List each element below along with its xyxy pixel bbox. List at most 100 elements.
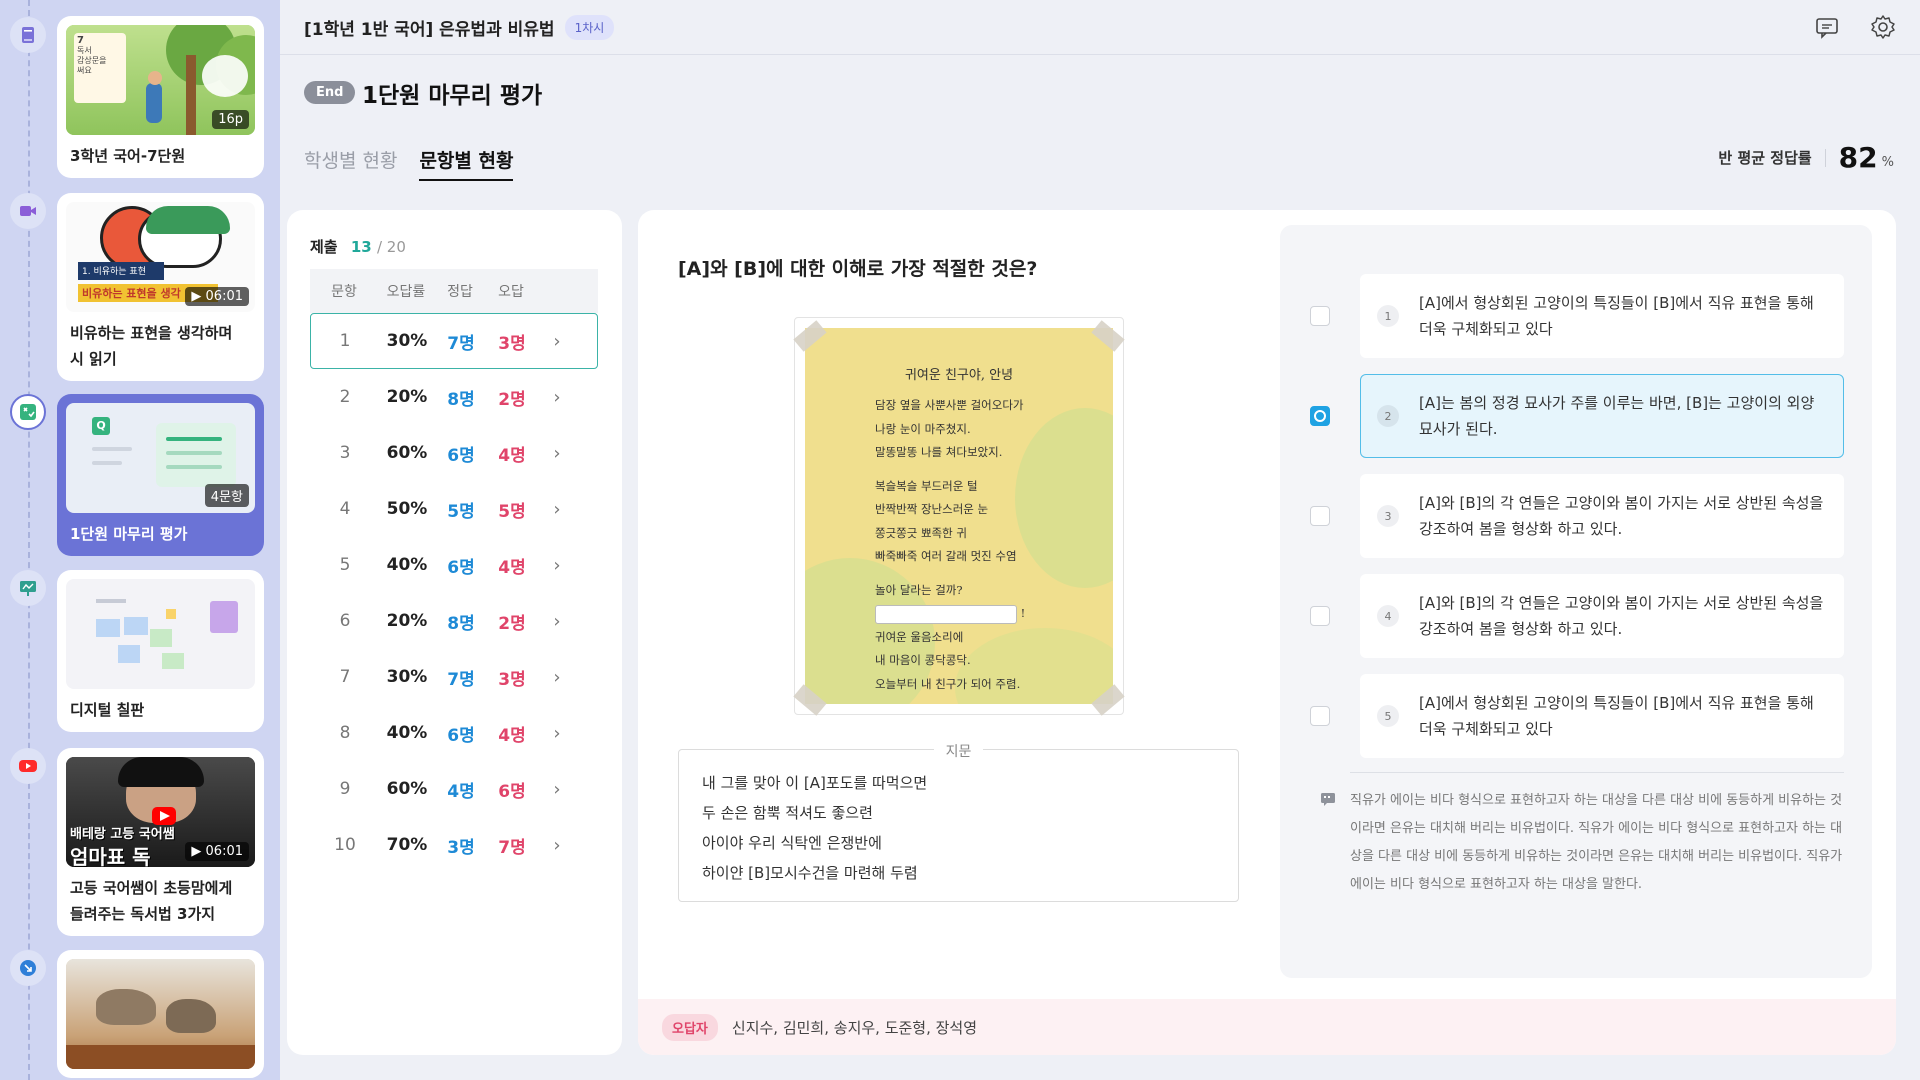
correct-count: 8명 <box>447 613 475 634</box>
quiz-icon <box>10 394 46 430</box>
question-detail-panel: [A]와 [B]에 대한 이해로 가장 적절한 것은? 귀여운 친구야, 안녕 … <box>638 210 1896 1055</box>
option-box[interactable]: 2 [A]는 봄의 정경 묘사가 주를 이루는 바면, [B]는 고양이의 외양… <box>1360 374 1844 458</box>
header-question-no: 문항 <box>331 284 357 300</box>
poem-line: 놀아 달라는 걸까? <box>875 582 963 597</box>
question-number: 6 <box>339 611 351 631</box>
divider <box>1824 148 1826 167</box>
answer-option-4[interactable]: 4 [A]와 [B]의 각 연들은 고양이와 봄이 가지는 서로 상반된 속성을… <box>1310 574 1844 658</box>
poem-body: 담장 옆을 사뿐사뿐 걸어오다가 나랑 눈이 마주쳤지. 말똥말똥 나를 쳐다보… <box>875 394 1025 696</box>
answer-option-3[interactable]: 3 [A]와 [B]의 각 연들은 고양이와 봄이 가지는 서로 상반된 속성을… <box>1310 474 1844 558</box>
option-checkbox[interactable] <box>1310 306 1330 326</box>
table-row[interactable]: 5 40% 6명 4명 › <box>310 537 598 593</box>
poem-line: 귀여운 울음소리에 <box>875 629 964 644</box>
answer-option-1[interactable]: 1 [A]에서 형상회된 고양이의 특징들이 [B]에서 직유 표현을 통해 더… <box>1310 274 1844 358</box>
table-body: 1 30% 7명 3명 › 2 20% 8명 2명 › 3 60% 6명 4명 › 4 50% 5명 5명 › 5 40%… <box>310 313 598 873</box>
session-badge: 1차시 <box>564 14 615 40</box>
chevron-right-icon[interactable]: › <box>537 779 577 800</box>
table-row[interactable]: 10 70% 3명 7명 › <box>310 817 598 873</box>
chevron-right-icon[interactable]: › <box>537 611 577 632</box>
option-number: 4 <box>1377 605 1399 627</box>
table-row[interactable]: 7 30% 7명 3명 › <box>310 649 598 705</box>
chevron-right-icon[interactable]: › <box>537 555 577 576</box>
link-thumbnail <box>66 959 255 1069</box>
card-title: 3학년 국어-7단원 <box>70 147 186 165</box>
youtube-icon <box>10 748 46 784</box>
chevron-right-icon[interactable]: › <box>537 443 577 464</box>
content-card-quiz[interactable]: Q 4문항 1단원 마무리 평가 <box>57 394 264 556</box>
settings-gear-icon[interactable] <box>1870 14 1896 44</box>
poem-line: 나랑 눈이 마주쳤지. <box>875 421 971 436</box>
top-bar: [1학년 1반 국어] 은유법과 비유법 1차시 <box>280 0 1920 55</box>
option-checkbox[interactable] <box>1310 506 1330 526</box>
table-row[interactable]: 1 30% 7명 3명 › <box>310 313 598 369</box>
chevron-right-icon[interactable]: › <box>537 835 577 856</box>
table-row[interactable]: 3 60% 6명 4명 › <box>310 425 598 481</box>
poem-line: 쫑긋쫑긋 뾰족한 귀 <box>875 525 967 540</box>
wrong-rate: 60% <box>386 443 428 463</box>
content-card-link[interactable] <box>57 950 264 1078</box>
question-number: 5 <box>339 555 351 575</box>
wrong-answer-badge: 오답자 <box>662 1013 718 1041</box>
option-number: 5 <box>1377 705 1399 727</box>
class-title: [1학년 1반 국어] 은유법과 비유법 <box>304 19 555 40</box>
content-card-video[interactable]: 1. 비유하는 표현 비유하는 표현을 생각 ▶ 06:01 비유하는 표현을 … <box>57 193 264 381</box>
tab-student-status[interactable]: 학생별 현황 <box>304 146 397 181</box>
wrong-count: 7명 <box>498 837 526 858</box>
content-card-ebook[interactable]: 7 독서 감상문을 써요 16p 3학년 국어-7단원 <box>57 16 264 178</box>
wrong-answer-bar: 오답자 신지수, 김민희, 송지우, 도준형, 장석영 <box>638 999 1896 1055</box>
wrong-rate: 20% <box>386 611 428 631</box>
chevron-right-icon[interactable]: › <box>537 667 577 688</box>
poem-line: 오늘부터 내 친구가 되어 주렴. <box>875 676 1021 691</box>
option-box[interactable]: 3 [A]와 [B]의 각 연들은 고양이와 봄이 가지는 서로 상반된 속성을… <box>1360 474 1844 558</box>
option-box[interactable]: 1 [A]에서 형상회된 고양이의 특징들이 [B]에서 직유 표현을 통해 더… <box>1360 274 1844 358</box>
answer-option-5[interactable]: 5 [A]에서 형상회된 고양이의 특징들이 [B]에서 직유 표현을 통해 더… <box>1310 674 1844 758</box>
content-card-youtube[interactable]: 배테랑 고등 국어쌤 엄마표 독 ▶ 06:01 고등 국어쌤이 초등맘에게 들… <box>57 748 264 936</box>
correct-count: 7명 <box>447 333 475 354</box>
chevron-right-icon[interactable]: › <box>537 387 577 408</box>
chevron-right-icon[interactable]: › <box>537 331 577 352</box>
passage-line: 하이얀 [B]모시수건을 마련해 두렴 <box>702 864 918 882</box>
card-title: 1단원 마무리 평가 <box>70 525 188 543</box>
wrong-count: 3명 <box>498 669 526 690</box>
table-row[interactable]: 9 60% 4명 6명 › <box>310 761 598 817</box>
correct-count: 3명 <box>447 837 475 858</box>
question-number: 1 <box>339 331 351 351</box>
header-correct: 정답 <box>447 284 473 300</box>
table-row[interactable]: 2 20% 8명 2명 › <box>310 369 598 425</box>
card-title: 비유하는 표현을 생각하며 시 읽기 <box>70 324 233 368</box>
video-thumbnail: 1. 비유하는 표현 비유하는 표현을 생각 ▶ 06:01 <box>66 202 255 312</box>
answer-option-2[interactable]: 2 [A]는 봄의 정경 묘사가 주를 이루는 바면, [B]는 고양이의 외양… <box>1310 374 1844 458</box>
question-count-badge: 4문항 <box>204 484 249 507</box>
correct-count: 8명 <box>447 389 475 410</box>
explanation: 직유가 에이는 비다 형식으로 표현하고자 하는 대상을 다른 대상 비에 동등… <box>1320 787 1850 899</box>
divider <box>1350 772 1844 773</box>
table-row[interactable]: 8 40% 6명 4명 › <box>310 705 598 761</box>
book-line: 독서 <box>77 46 92 55</box>
tab-question-status[interactable]: 문항별 현황 <box>419 146 514 181</box>
option-checkbox-selected[interactable] <box>1310 406 1330 426</box>
chat-icon[interactable] <box>1814 14 1840 44</box>
wrong-count: 4명 <box>498 445 526 466</box>
poem-blank-suffix: ! <box>1020 606 1026 620</box>
submit-total: / 20 <box>376 238 406 256</box>
class-average: 반 평균 정답률 82 % <box>1718 141 1894 174</box>
end-badge: End <box>304 81 356 104</box>
poem-line: 내 마음이 콩닥콩닥. <box>875 653 971 667</box>
whiteboard-icon <box>10 570 46 606</box>
option-box[interactable]: 4 [A]와 [B]의 각 연들은 고양이와 봄이 가지는 서로 상반된 속성을… <box>1360 574 1844 658</box>
option-checkbox[interactable] <box>1310 706 1330 726</box>
table-row[interactable]: 6 20% 8명 2명 › <box>310 593 598 649</box>
wrong-rate: 50% <box>386 499 428 519</box>
youtube-title-line-2: 엄마표 독 <box>70 845 151 867</box>
board-thumbnail <box>66 579 255 689</box>
wrong-rate: 20% <box>386 387 428 407</box>
chevron-right-icon[interactable]: › <box>537 723 577 744</box>
correct-count: 7명 <box>447 669 475 690</box>
explanation-icon <box>1320 791 1336 807</box>
wrong-count: 6명 <box>498 781 526 802</box>
content-card-board[interactable]: 디지털 칠판 <box>57 570 264 732</box>
option-checkbox[interactable] <box>1310 606 1330 626</box>
option-box[interactable]: 5 [A]에서 형상회된 고양이의 특징들이 [B]에서 직유 표현을 통해 더… <box>1360 674 1844 758</box>
table-row[interactable]: 4 50% 5명 5명 › <box>310 481 598 537</box>
chevron-right-icon[interactable]: › <box>537 499 577 520</box>
